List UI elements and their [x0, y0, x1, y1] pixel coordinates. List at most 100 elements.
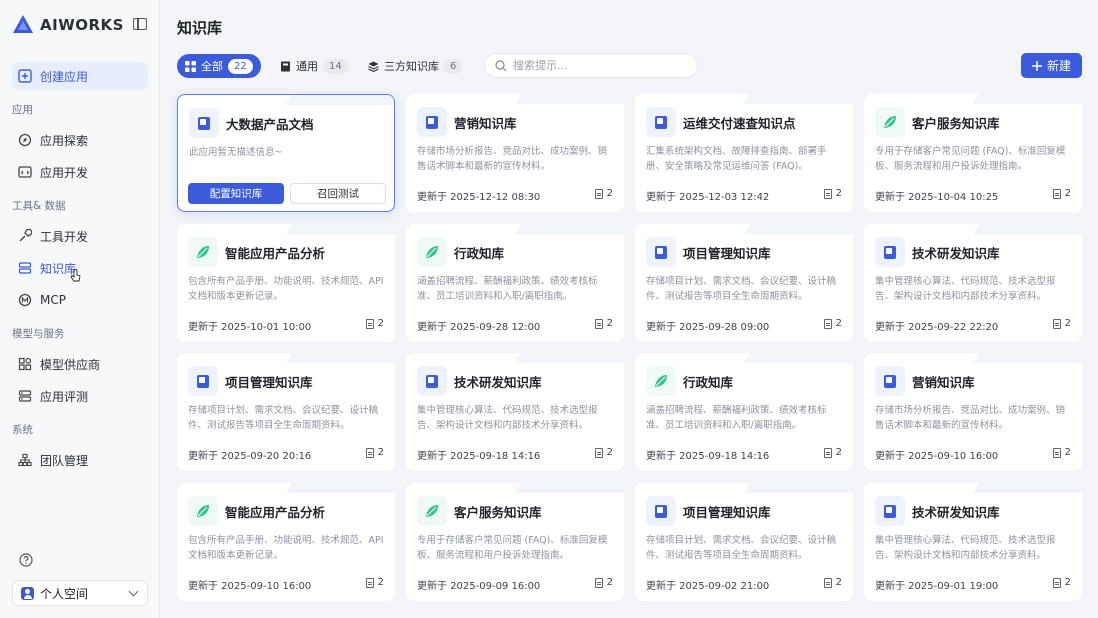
count-badge: 14 [323, 58, 348, 74]
document-count: 2 [365, 577, 384, 588]
file-icon [1052, 447, 1061, 458]
code-window-icon [18, 165, 32, 179]
layers-icon [368, 61, 379, 72]
knowledge-base-card[interactable]: 客户服务知识库 专用于存储客户常见问题 (FAQ)、标准回复模板、服务流程和用户投… [864, 94, 1082, 212]
card-decoration [744, 224, 853, 234]
document-count: 2 [1052, 318, 1071, 329]
sidebar-item-tool-dev[interactable]: 工具开发 [12, 222, 148, 250]
search-input[interactable] [513, 59, 683, 72]
brand-name: AIWORKS [40, 16, 124, 34]
knowledge-base-card[interactable]: 大数据产品文档 此应用暂无描述信息~ 配置知识库 召回测试 [177, 94, 395, 212]
updated-timestamp: 更新于 2025-12-12 08:30 [417, 192, 541, 203]
card-title: 营销知识库 [912, 375, 975, 390]
book-icon [281, 61, 290, 71]
file-icon [823, 188, 832, 199]
card-title: 技术研发知识库 [912, 246, 1000, 261]
sidebar-item-team-management[interactable]: 团队管理 [12, 446, 148, 474]
card-description: 此应用暂无描述信息~ [189, 147, 283, 158]
knowledge-base-card[interactable]: 技术研发知识库 集中管理核心算法、代码规范、技术选型报告、架构设计文档和内部技术分… [864, 483, 1082, 601]
sidebar-item-label: 工具开发 [40, 229, 89, 244]
create-app-label: 创建应用 [40, 69, 89, 84]
knowledge-base-card[interactable]: 项目管理知识库 存储项目计划、需求文档、会议纪要、设计稿件、测试报告等项目全生命周… [635, 483, 853, 601]
file-icon [365, 447, 374, 458]
knowledge-base-card[interactable]: 营销知识库存储市场分析报告、竞品对比、成功案例、销售话术脚本和最新的宣传材料。更… [406, 94, 624, 212]
plus-square-icon [18, 69, 32, 83]
document-count: 2 [823, 577, 842, 588]
card-title: 项目管理知识库 [683, 246, 771, 261]
new-button[interactable]: 新建 [1021, 53, 1082, 78]
card-description: 包含所有产品手册、功能说明、技术规范、API 文档和版本更新记录。 [188, 535, 384, 561]
filter-label: 通用 [296, 60, 318, 73]
sidebar-item-label: 应用探索 [40, 133, 89, 148]
knowledge-base-card[interactable]: 行政知库涵盖招聘流程、薪酬福利政策、绩效考核标准、员工培训资料和入职/离职指南。… [406, 224, 624, 342]
help-icon[interactable] [18, 552, 34, 568]
card-decoration [744, 483, 853, 493]
document-count-value: 2 [1064, 577, 1071, 588]
sidebar-item-model-provider[interactable]: 模型供应商 [12, 350, 148, 378]
document-count-value: 2 [606, 447, 613, 458]
search-box[interactable] [484, 53, 698, 78]
leaf-icon [646, 366, 676, 396]
document-icon [646, 107, 676, 137]
knowledge-base-card[interactable]: 项目管理知识库 存储项目计划、需求文档、会议纪要、设计稿件、测试报告等项目全生命周… [177, 353, 395, 471]
document-count-value: 2 [377, 577, 384, 588]
document-icon [417, 366, 447, 396]
knowledge-base-card[interactable]: 技术研发知识库 集中管理核心算法、代码规范、技术选型报告、架构设计文档和内部技术分… [406, 353, 624, 471]
knowledge-base-card[interactable]: 项目管理知识库 存储项目计划、需求文档、会议纪要、设计稿件、测试报告等项目全生命周… [635, 224, 853, 342]
card-description: 涵盖招聘流程、薪酬福利政策、绩效考核标准、员工培训资料和入职/离职指南。 [417, 276, 598, 302]
recall-test-button[interactable]: 召回测试 [290, 183, 386, 204]
card-title: 智能应用产品分析 [225, 246, 326, 261]
knowledge-base-card[interactable]: 客户服务知识库 专用于存储客户常见问题 (FAQ)、标准回复模板、服务流程和用户投… [406, 483, 624, 601]
updated-timestamp: 更新于 2025-10-01 10:00 [188, 322, 312, 333]
document-count-value: 2 [377, 447, 384, 458]
grid-icon [185, 60, 196, 72]
sidebar-item-mcp[interactable]: MCP [12, 286, 148, 314]
file-icon [823, 447, 832, 458]
knowledge-base-card[interactable]: 营销知识库 存储市场分析报告、竞品对比、成功案例、销售话术脚本和最新的宣传材料。更… [864, 353, 1082, 471]
updated-timestamp: 更新于 2025-09-28 09:00 [646, 322, 770, 333]
document-count: 2 [823, 447, 842, 458]
sidebar-collapse-icon[interactable] [133, 18, 147, 30]
card-decoration [286, 483, 395, 493]
document-count-value: 2 [835, 318, 842, 329]
knowledge-base-card[interactable]: 行政知库 涵盖招聘流程、薪酬福利政策、绩效考核标准、员工培训资料和入职/离职指南。… [635, 353, 853, 471]
personal-space-select[interactable]: 个人空间 [12, 580, 148, 606]
sidebar-item-app-explore[interactable]: 应用探索 [12, 126, 148, 154]
create-app-button[interactable]: 创建应用 [12, 62, 148, 90]
configure-knowledge-base-button[interactable]: 配置知识库 [188, 183, 284, 204]
leaf-icon [417, 496, 447, 526]
updated-timestamp: 更新于 2025-09-22 22:20 [875, 322, 999, 333]
card-description: 存储市场分析报告、竞品对比、成功案例、销售话术脚本和最新的宣传材料。 [417, 146, 608, 172]
document-icon [875, 237, 905, 267]
card-title: 行政知库 [454, 246, 505, 261]
chevron-down-icon [128, 586, 139, 597]
knowledge-base-card[interactable]: 智能应用产品分析 包含所有产品手册、功能说明、技术规范、API 文档和版本更新记录… [177, 224, 395, 342]
compass-icon [18, 133, 32, 147]
new-button-label: 新建 [1046, 59, 1071, 73]
card-title: 营销知识库 [454, 116, 517, 131]
card-description: 存储市场分析报告、竞品对比、成功案例、销售话术脚本和最新的宣传材料。 [875, 405, 1066, 431]
section-label-models: 模型与服务 [12, 328, 65, 340]
filter-all[interactable]: 全部 22 [177, 54, 261, 78]
updated-timestamp: 更新于 2025-09-02 21:00 [646, 581, 770, 592]
document-count: 2 [365, 318, 384, 329]
section-label-apps: 应用 [12, 104, 33, 116]
logo[interactable]: AIWORKS [12, 14, 124, 36]
knowledge-base-card[interactable]: 运维交付速查知识点 汇集系统架构文档、故障排查指南、部署手册、安全策略及常见运维问… [635, 94, 853, 212]
document-count-value: 2 [1064, 447, 1071, 458]
knowledge-base-card[interactable]: 智能应用产品分析 包含所有产品手册、功能说明、技术规范、API 文档和版本更新记录… [177, 483, 395, 601]
filter-label: 全部 [201, 60, 223, 73]
count-badge: 6 [444, 58, 463, 74]
file-icon [594, 188, 603, 199]
document-count-value: 2 [606, 577, 613, 588]
sidebar-item-app-dev[interactable]: 应用开发 [12, 158, 148, 186]
filter-general[interactable]: 通用 14 [272, 54, 356, 78]
page-title: 知识库 [177, 19, 223, 37]
filter-third-party[interactable]: 三方知识库 6 [360, 54, 470, 78]
sidebar-item-app-evaluation[interactable]: 应用评测 [12, 382, 148, 410]
section-label-system: 系统 [12, 424, 33, 436]
knowledge-base-card[interactable]: 技术研发知识库 集中管理核心算法、代码规范、技术选型报告、架构设计文档和内部技术分… [864, 224, 1082, 342]
leaf-icon [875, 107, 905, 137]
document-count: 2 [594, 577, 613, 588]
evaluation-icon [18, 389, 32, 403]
